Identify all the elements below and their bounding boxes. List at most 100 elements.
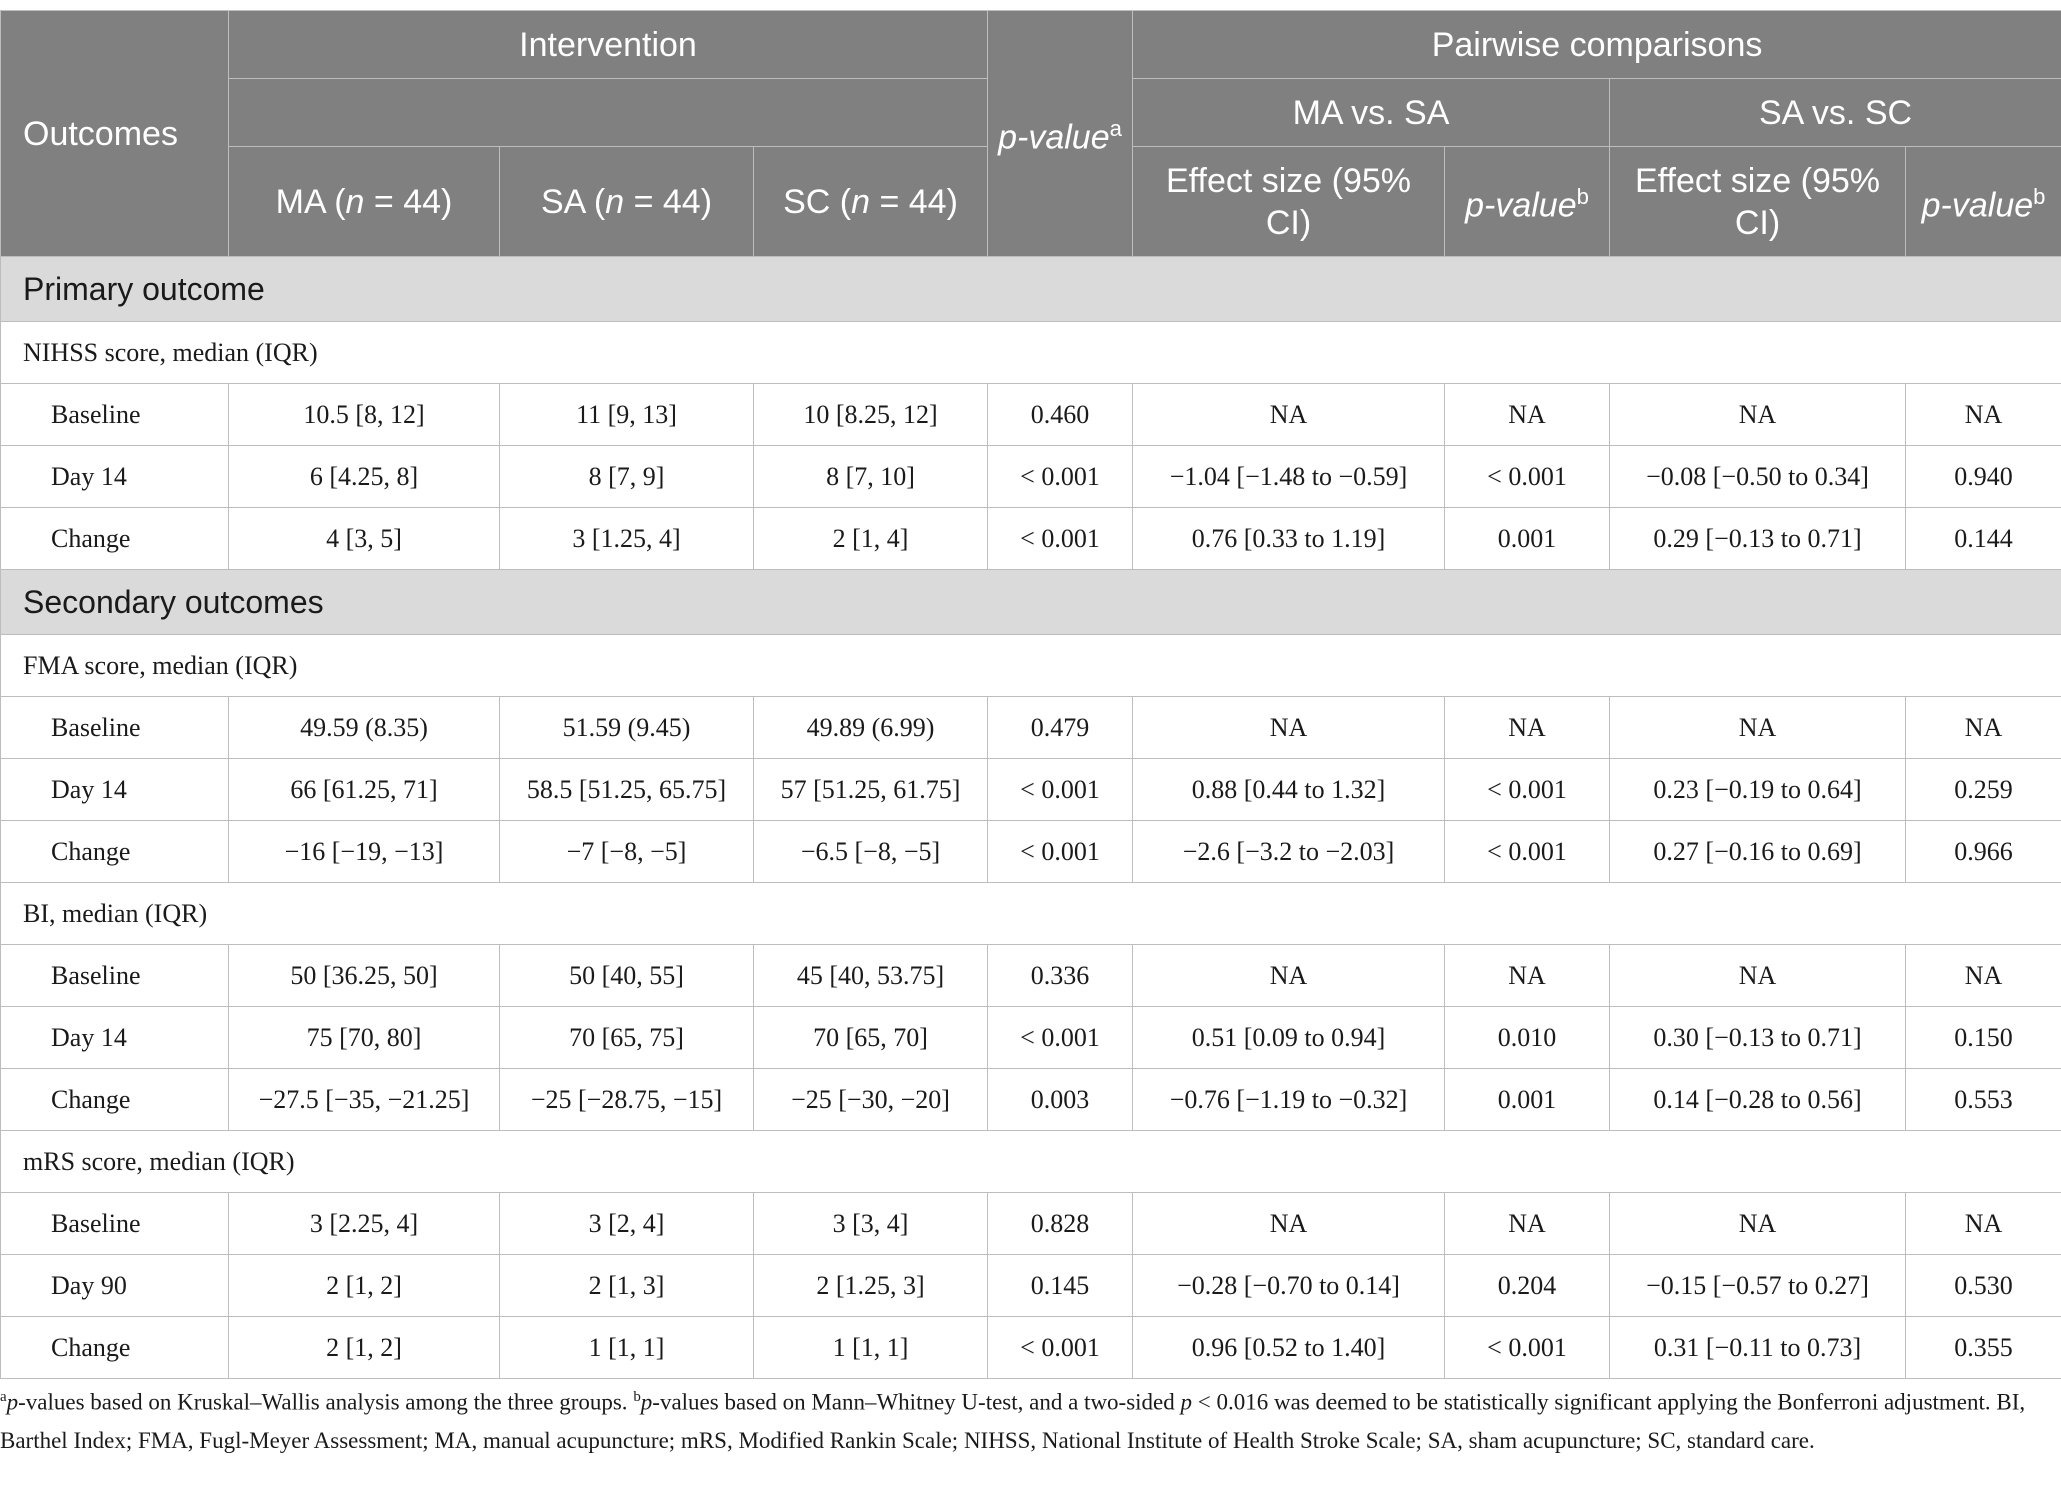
cell-effect-ma-sa: −0.28 [−0.70 to 0.14] [1132, 1254, 1446, 1317]
table-row: Baseline 50 [36.25, 50] 50 [40, 55] 45 [40,… [0, 944, 2061, 1007]
cell-pvalue-a: < 0.001 [987, 445, 1134, 508]
table-row: Baseline 3 [2.25, 4] 3 [2, 4] 3 [3, 4] 0.828… [0, 1192, 2061, 1255]
cell-pvalue-a: 0.003 [987, 1068, 1134, 1131]
row-label: Day 14 [0, 1006, 229, 1069]
cell-effect-ma-sa: 0.51 [0.09 to 0.94] [1132, 1006, 1446, 1069]
group-row-nihss: NIHSS score, median (IQR) [0, 321, 2061, 384]
cell-effect-ma-sa: NA [1132, 383, 1446, 446]
cell-pvalue-sa-sc: 0.530 [1905, 1254, 2061, 1317]
cell-pvalue-sa-sc: 0.150 [1905, 1006, 2061, 1069]
header-intervention: Intervention [227, 10, 989, 79]
table-row: Day 14 75 [70, 80] 70 [65, 75] 70 [65, 70] <… [0, 1006, 2061, 1069]
cell-ma: 3 [2.25, 4] [228, 1192, 500, 1255]
row-label: Day 14 [0, 445, 229, 508]
cell-ma: −27.5 [−35, −21.25] [228, 1068, 500, 1131]
table-row: Day 14 6 [4.25, 8] 8 [7, 9] 8 [7, 10] < 0.00… [0, 445, 2061, 508]
cell-pvalue-ma-sa: NA [1444, 1192, 1611, 1255]
cell-effect-ma-sa: 0.76 [0.33 to 1.19] [1132, 507, 1446, 570]
cell-ma: 2 [1, 2] [228, 1254, 500, 1317]
cell-pvalue-sa-sc: NA [1905, 696, 2061, 759]
cell-pvalue-sa-sc: NA [1905, 383, 2061, 446]
cell-effect-ma-sa: −1.04 [−1.48 to −0.59] [1132, 445, 1446, 508]
row-label: Change [0, 507, 229, 570]
table-row: Day 90 2 [1, 2] 2 [1, 3] 2 [1.25, 3] 0.145 −0… [0, 1254, 2061, 1317]
group-row-fma: FMA score, median (IQR) [0, 634, 2061, 697]
group-row-bi: BI, median (IQR) [0, 882, 2061, 945]
cell-pvalue-ma-sa: < 0.001 [1444, 820, 1611, 883]
row-label: Baseline [0, 383, 229, 446]
header-pvalue-b-sa-sc: p-valueb [1905, 146, 2061, 257]
cell-pvalue-ma-sa: < 0.001 [1444, 445, 1611, 508]
row-label: Change [0, 820, 229, 883]
cell-sc: 70 [65, 70] [752, 1006, 989, 1069]
cell-effect-sa-sc: NA [1609, 944, 1907, 1007]
cell-sc: −25 [−30, −20] [752, 1068, 989, 1131]
group-title: mRS score, median (IQR) [0, 1130, 2061, 1193]
header-pvalue-a: p-valuea [987, 10, 1134, 257]
outcomes-table: Outcomes Intervention p-valuea Pairwise … [0, 10, 2061, 1379]
cell-pvalue-ma-sa: 0.010 [1444, 1006, 1611, 1069]
cell-sc: 45 [40, 53.75] [752, 944, 989, 1007]
cell-pvalue-ma-sa: 0.204 [1444, 1254, 1611, 1317]
header-effect-size-sa-sc: Effect size (95% CI) [1609, 146, 1907, 257]
header-ma-vs-sa: MA vs. SA [1132, 78, 1611, 147]
cell-effect-sa-sc: 0.29 [−0.13 to 0.71] [1609, 507, 1907, 570]
cell-effect-sa-sc: −0.15 [−0.57 to 0.27] [1609, 1254, 1907, 1317]
cell-effect-sa-sc: 0.14 [−0.28 to 0.56] [1609, 1068, 1907, 1131]
header-outcomes: Outcomes [0, 10, 229, 257]
cell-pvalue-a: 0.460 [987, 383, 1134, 446]
table-header: Outcomes Intervention p-valuea Pairwise … [0, 10, 2061, 257]
cell-ma: 4 [3, 5] [228, 507, 500, 570]
header-effect-size-ma-sa: Effect size (95% CI) [1132, 146, 1446, 257]
row-label: Day 14 [0, 758, 229, 821]
cell-sa: 3 [1.25, 4] [499, 507, 754, 570]
section-row-primary: Primary outcome [0, 256, 2061, 322]
table-row: Change −16 [−19, −13] −7 [−8, −5] −6.5 [−8,… [0, 820, 2061, 883]
cell-ma: 2 [1, 2] [228, 1316, 500, 1379]
cell-effect-ma-sa: NA [1132, 696, 1446, 759]
cell-sc: 2 [1, 4] [752, 507, 989, 570]
table-row: Day 14 66 [61.25, 71] 58.5 [51.25, 65.75] 5… [0, 758, 2061, 821]
cell-effect-sa-sc: 0.31 [−0.11 to 0.73] [1609, 1316, 1907, 1379]
table-row: Baseline 10.5 [8, 12] 11 [9, 13] 10 [8.25, … [0, 383, 2061, 446]
cell-ma: 75 [70, 80] [228, 1006, 500, 1069]
cell-sa: 3 [2, 4] [499, 1192, 754, 1255]
cell-sa: 11 [9, 13] [499, 383, 754, 446]
cell-ma: 49.59 (8.35) [228, 696, 500, 759]
section-title: Secondary outcomes [0, 569, 2061, 635]
header-pvalue-b-ma-sa: p-valueb [1444, 146, 1611, 257]
cell-pvalue-sa-sc: NA [1905, 1192, 2061, 1255]
cell-effect-ma-sa: NA [1132, 1192, 1446, 1255]
cell-pvalue-ma-sa: < 0.001 [1444, 758, 1611, 821]
group-title: NIHSS score, median (IQR) [0, 321, 2061, 384]
cell-effect-sa-sc: NA [1609, 696, 1907, 759]
cell-pvalue-ma-sa: 0.001 [1444, 1068, 1611, 1131]
table-body: Primary outcome NIHSS score, median (IQR)… [0, 256, 2061, 1379]
header-sa-vs-sc: SA vs. SC [1609, 78, 2061, 147]
cell-pvalue-sa-sc: 0.355 [1905, 1316, 2061, 1379]
row-label: Change [0, 1316, 229, 1379]
cell-effect-sa-sc: 0.23 [−0.19 to 0.64] [1609, 758, 1907, 821]
table-row: Baseline 49.59 (8.35) 51.59 (9.45) 49.89 (6… [0, 696, 2061, 759]
cell-sa: 1 [1, 1] [499, 1316, 754, 1379]
row-label: Baseline [0, 944, 229, 1007]
cell-ma: 6 [4.25, 8] [228, 445, 500, 508]
cell-pvalue-a: < 0.001 [987, 1006, 1134, 1069]
cell-sc: 3 [3, 4] [752, 1192, 989, 1255]
header-sa: SA (n = 44) [499, 146, 754, 257]
row-label: Baseline [0, 1192, 229, 1255]
cell-pvalue-ma-sa: NA [1444, 944, 1611, 1007]
cell-sc: 1 [1, 1] [752, 1316, 989, 1379]
table-footnote: ap-values based on Kruskal–Wallis analys… [0, 1389, 2026, 1453]
cell-pvalue-a: 0.828 [987, 1192, 1134, 1255]
group-title: BI, median (IQR) [0, 882, 2061, 945]
group-title: FMA score, median (IQR) [0, 634, 2061, 697]
cell-sc: −6.5 [−8, −5] [752, 820, 989, 883]
cell-effect-sa-sc: −0.08 [−0.50 to 0.34] [1609, 445, 1907, 508]
cell-effect-sa-sc: 0.30 [−0.13 to 0.71] [1609, 1006, 1907, 1069]
cell-sa: −25 [−28.75, −15] [499, 1068, 754, 1131]
cell-pvalue-a: 0.479 [987, 696, 1134, 759]
table-row: Change −27.5 [−35, −21.25] −25 [−28.75, −1… [0, 1068, 2061, 1131]
cell-sc: 2 [1.25, 3] [752, 1254, 989, 1317]
cell-effect-ma-sa: NA [1132, 944, 1446, 1007]
